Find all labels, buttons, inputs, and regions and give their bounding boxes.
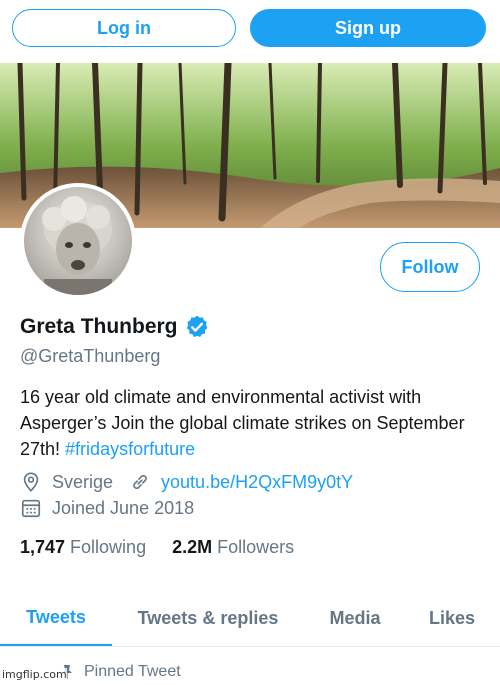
profile-handle: @GretaThunberg [20, 346, 161, 366]
tab-tweets-and-replies[interactable]: Tweets & replies [122, 590, 294, 646]
pinned-tweet-label: Pinned Tweet [84, 663, 181, 680]
profile-bio: 16 year old climate and environmental ac… [20, 384, 480, 462]
profile-name-row: Greta Thunberg [20, 314, 210, 340]
imgflip-watermark: imgflip.com [2, 668, 67, 681]
location-pin-icon [23, 472, 39, 492]
profile-location: Sverige [52, 471, 114, 492]
followers-label[interactable]: Followers [217, 537, 294, 558]
link-icon [133, 474, 147, 490]
profile-tabs: Tweets Tweets & replies Media Likes [0, 590, 500, 647]
profile-meta-location-website: Sverige youtu.be/H2QxFM9y0tY [20, 471, 353, 493]
profile-meta-joined: Joined June 2018 [20, 497, 194, 519]
profile-joined-date: Joined June 2018 [52, 497, 195, 518]
calendar-icon [21, 499, 41, 518]
top-bar: Log in Sign up [0, 0, 500, 60]
follow-button[interactable]: Follow [380, 242, 480, 292]
tab-tweets[interactable]: Tweets [0, 590, 112, 646]
followers-count[interactable]: 2.2M [172, 537, 212, 558]
signup-button[interactable]: Sign up [250, 9, 486, 47]
tab-likes[interactable]: Likes [414, 590, 490, 646]
avatar[interactable] [20, 183, 136, 299]
tab-media[interactable]: Media [312, 590, 398, 646]
pinned-tweet-header: Pinned Tweet [60, 663, 181, 681]
profile-stats: 1,747 Following 2.2M Followers [20, 537, 294, 558]
bio-hashtag-link[interactable]: #fridaysforfuture [65, 439, 195, 459]
login-button[interactable]: Log in [12, 9, 236, 47]
following-count[interactable]: 1,747 [20, 537, 65, 558]
profile-website-link[interactable]: youtu.be/H2QxFM9y0tY [161, 472, 353, 493]
following-label[interactable]: Following [70, 537, 146, 558]
profile-name: Greta Thunberg [20, 315, 178, 338]
verified-badge-icon [186, 315, 207, 337]
avatar-portrait-image [42, 196, 112, 295]
